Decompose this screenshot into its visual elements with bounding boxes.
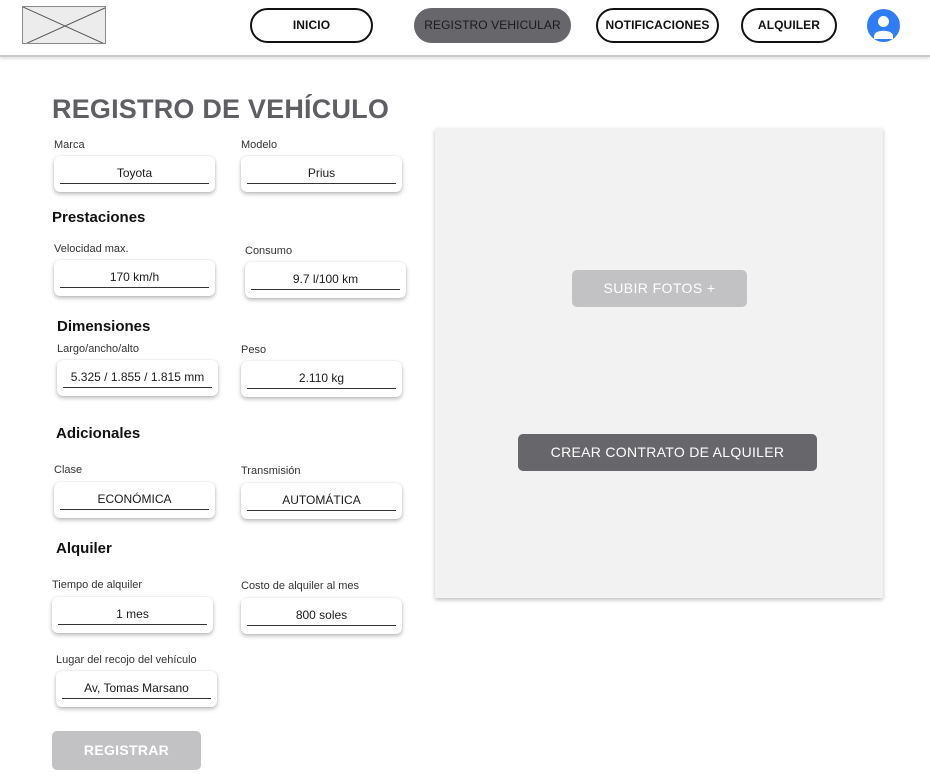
marca-value: Toyota (116, 166, 153, 180)
costo-value: 800 soles (295, 608, 348, 622)
clase-select[interactable]: ECONÓMICA (54, 482, 215, 518)
marca-field[interactable]: Toyota (54, 156, 215, 192)
modelo-field[interactable]: Prius (241, 156, 402, 192)
velocidad-underline (60, 287, 209, 288)
dimensiones-heading: Dimensiones (57, 318, 151, 335)
page-title: REGISTRO DE VEHÍCULO (52, 94, 390, 124)
tiempo-field[interactable]: 1 mes (52, 597, 213, 633)
lugar-underline (62, 698, 211, 699)
clase-underline (60, 509, 209, 510)
dimensiones-underline (63, 387, 212, 388)
transmision-value: AUTOMÁTICA (282, 493, 361, 507)
costo-label: Costo de alquiler al mes (241, 580, 360, 592)
peso-label: Peso (241, 344, 267, 356)
tiempo-label: Tiempo de alquiler (52, 579, 143, 591)
modelo-underline (247, 183, 396, 184)
costo-field[interactable]: 800 soles (241, 598, 402, 634)
marca-label: Marca (54, 139, 85, 151)
lugar-label: Lugar del recojo del vehículo (56, 654, 197, 666)
tiempo-underline (58, 624, 207, 625)
nav-notificaciones-button[interactable]: NOTIFICACIONES (596, 8, 719, 43)
alquiler-heading: Alquiler (56, 540, 112, 557)
modelo-value: Prius (307, 166, 336, 180)
nav-registro-vehicular-button[interactable]: REGISTRO VEHICULAR (414, 8, 571, 43)
crear-contrato-button[interactable]: CREAR CONTRATO DE ALQUILER (518, 434, 817, 471)
tiempo-value: 1 mes (116, 607, 149, 621)
transmision-label: Transmisión (241, 465, 301, 477)
consumo-underline (251, 289, 400, 290)
lugar-value: Av, Tomas Marsano (84, 681, 189, 695)
transmision-select[interactable]: AUTOMÁTICA (241, 483, 402, 519)
velocidad-field[interactable]: 170 km/h (54, 260, 215, 296)
user-avatar-icon[interactable] (867, 9, 900, 42)
consumo-field[interactable]: 9.7 l/100 km (245, 262, 406, 298)
top-navigation-bar: INICIO REGISTRO VEHICULAR NOTIFICACIONES… (0, 0, 930, 57)
clase-label: Clase (54, 464, 83, 476)
peso-value: 2.110 kg (298, 371, 345, 385)
dimensiones-field[interactable]: 5.325 / 1.855 / 1.815 mm (57, 360, 218, 396)
subir-fotos-button[interactable]: SUBIR FOTOS + (572, 270, 747, 307)
clase-value: ECONÓMICA (97, 492, 172, 506)
photo-panel: SUBIR FOTOS + CREAR CONTRATO DE ALQUILER (435, 128, 883, 598)
dimensiones-value: 5.325 / 1.855 / 1.815 mm (70, 370, 205, 384)
peso-field[interactable]: 2.110 kg (241, 361, 402, 397)
dimensiones-label: Largo/ancho/alto (57, 343, 139, 355)
velocidad-value: 170 km/h (109, 270, 160, 284)
velocidad-label: Velocidad max. (54, 243, 129, 255)
nav-alquiler-button[interactable]: ALQUILER (741, 8, 837, 43)
adicionales-heading: Adicionales (56, 425, 141, 442)
consumo-value: 9.7 l/100 km (292, 272, 359, 286)
logo-placeholder-icon[interactable] (22, 6, 106, 44)
prestaciones-heading: Prestaciones (52, 209, 146, 226)
modelo-label: Modelo (241, 139, 278, 151)
marca-underline (60, 183, 209, 184)
registrar-button[interactable]: REGISTRAR (52, 731, 201, 770)
nav-inicio-button[interactable]: INICIO (250, 8, 373, 43)
peso-underline (247, 388, 396, 389)
transmision-underline (247, 510, 396, 511)
consumo-label: Consumo (245, 245, 293, 257)
lugar-field[interactable]: Av, Tomas Marsano (56, 671, 217, 707)
costo-underline (247, 625, 396, 626)
